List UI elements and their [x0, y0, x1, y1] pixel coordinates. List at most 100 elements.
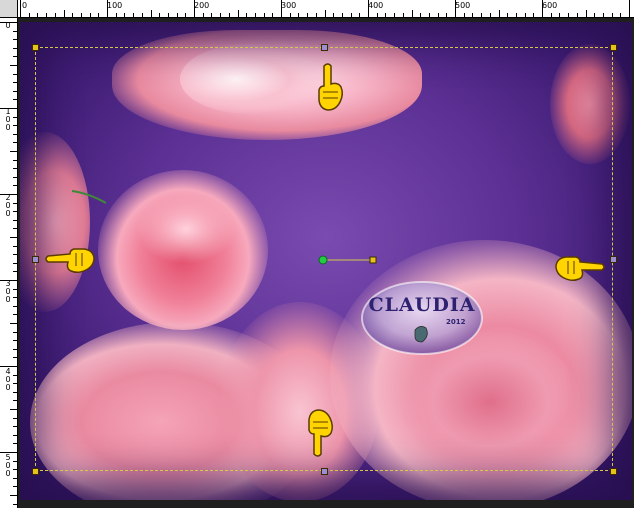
ruler-tick — [63, 10, 65, 17]
ruler-tick — [220, 13, 222, 17]
ruler-tick — [13, 82, 17, 84]
ruler-tick — [524, 13, 526, 17]
ruler-tick — [446, 13, 448, 17]
ruler-tick — [13, 288, 17, 290]
ruler-tick — [176, 13, 178, 17]
ruler-left-label: 2 0 0 — [5, 193, 11, 218]
ruler-tick — [385, 13, 387, 17]
ruler-tick — [13, 400, 17, 402]
rotation-handle[interactable] — [317, 254, 379, 266]
ruler-tick — [13, 159, 17, 161]
ruler-tick — [13, 383, 17, 385]
hand-pointing-down-icon — [308, 409, 334, 457]
hand-pointing-left-icon — [45, 248, 95, 274]
ruler-tick — [481, 13, 483, 17]
ruler-tick — [13, 331, 17, 333]
ruler-tick — [0, 366, 17, 367]
ruler-tick — [54, 13, 56, 17]
resize-handle-bottom[interactable] — [321, 468, 328, 475]
ruler-tick — [13, 391, 17, 393]
ruler-tick — [394, 13, 396, 17]
ruler-top-label: 500 — [455, 1, 471, 10]
ruler-tick — [13, 314, 17, 316]
resize-handle-left[interactable] — [32, 256, 39, 263]
ruler-tick — [402, 13, 404, 17]
ruler-tick — [13, 47, 17, 49]
ruler-tick — [0, 280, 17, 281]
ruler-tick — [13, 340, 17, 342]
ruler-top-label: 300 — [281, 1, 297, 10]
ruler-tick — [533, 13, 535, 17]
resize-handle-top-left[interactable] — [32, 44, 39, 51]
ruler-tick — [611, 13, 613, 17]
ruler-tick — [80, 13, 82, 17]
ruler-top-label: 600 — [542, 1, 558, 10]
ruler-tick — [159, 13, 161, 17]
ruler-tick — [13, 219, 17, 221]
ruler-tick — [437, 13, 439, 17]
ruler-tick — [211, 13, 213, 17]
ruler-tick — [13, 202, 17, 204]
ruler-tick — [594, 13, 596, 17]
ruler-tick — [13, 133, 17, 135]
watermark-year: 2012 — [446, 318, 466, 326]
ruler-tick — [13, 374, 17, 376]
ruler-tick — [13, 30, 17, 32]
ruler-tick — [115, 13, 117, 17]
ruler-tick — [463, 13, 465, 17]
ruler-tick — [13, 305, 17, 307]
ruler-tick — [98, 13, 100, 17]
ruler-tick — [498, 10, 500, 17]
ruler-tick — [13, 271, 17, 273]
ruler-tick — [559, 13, 561, 17]
ruler-tick — [13, 262, 17, 264]
ruler-tick — [576, 13, 578, 17]
ruler-tick — [228, 13, 230, 17]
ruler-tick — [0, 194, 17, 195]
resize-handle-top[interactable] — [321, 44, 328, 51]
ruler-tick — [0, 452, 17, 453]
ruler-tick — [185, 13, 187, 17]
ruler-tick — [13, 99, 17, 101]
ruler-tick — [341, 13, 343, 17]
ruler-tick — [13, 297, 17, 299]
ruler-tick — [515, 13, 517, 17]
ruler-tick — [20, 0, 21, 17]
ruler-tick — [13, 460, 17, 462]
ruler-tick — [13, 56, 17, 58]
ruler-tick — [489, 13, 491, 17]
ruler-tick — [13, 228, 17, 230]
ruler-left-label: 4 0 0 — [5, 367, 11, 392]
ruler-tick — [620, 13, 622, 17]
ruler-tick — [585, 10, 587, 17]
resize-handle-top-right[interactable] — [610, 44, 617, 51]
ruler-tick — [37, 13, 39, 17]
ruler-tick — [550, 13, 552, 17]
ruler-tick — [455, 0, 456, 17]
ruler-top-label: 0 — [22, 1, 28, 10]
ruler-tick — [13, 254, 17, 256]
resize-handle-bottom-right[interactable] — [610, 468, 617, 475]
ruler-tick — [298, 13, 300, 17]
ruler-tick — [28, 13, 30, 17]
ruler-tick — [246, 13, 248, 17]
ruler-left-label: 3 0 0 — [5, 279, 11, 304]
resize-handle-right[interactable] — [610, 256, 617, 263]
resize-handle-bottom-left[interactable] — [32, 468, 39, 475]
ruler-tick — [10, 409, 17, 410]
ruler-tick — [202, 13, 204, 17]
ruler-tick — [411, 10, 413, 17]
ruler-tick — [194, 0, 195, 17]
ruler-tick — [141, 13, 143, 17]
ruler-tick — [13, 477, 17, 479]
ruler-corner — [0, 0, 18, 18]
ruler-top-label: 400 — [368, 1, 384, 10]
ruler-tick — [281, 0, 282, 17]
ruler-tick — [10, 65, 17, 66]
ruler-tick — [72, 13, 74, 17]
ruler-tick — [542, 0, 543, 17]
ruler-tick — [10, 323, 17, 324]
ruler-tick — [0, 108, 17, 109]
ruler-tick — [13, 503, 17, 505]
ruler-tick — [376, 13, 378, 17]
